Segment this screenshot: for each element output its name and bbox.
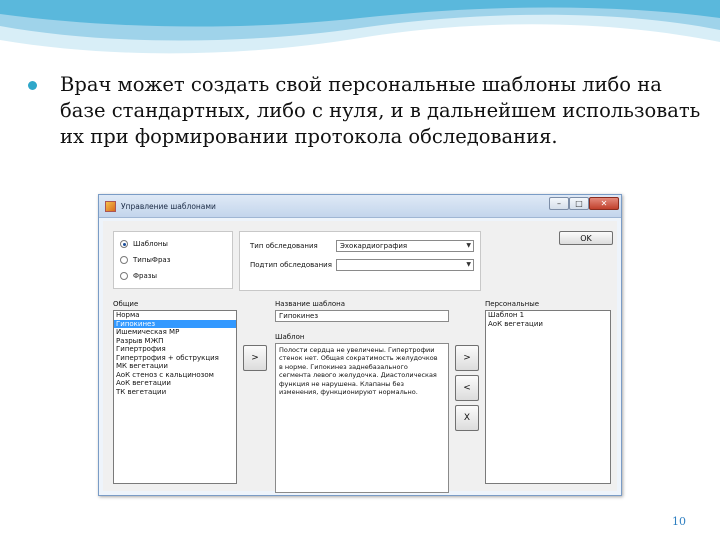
radio-button[interactable] <box>120 272 128 280</box>
template-manager-window: Управление шаблонами – □ ✕ Шаблоны ТипыФ… <box>98 194 622 496</box>
add-to-personal-button[interactable]: > <box>455 345 479 371</box>
copy-to-template-button[interactable]: > <box>243 345 267 371</box>
minimize-button[interactable]: – <box>549 197 569 210</box>
template-text-line: сегмента левого желудочка. Диастолическа… <box>279 371 437 380</box>
slide-text: Врач может создать свой персональные шаб… <box>60 73 701 148</box>
ok-button[interactable]: OK <box>559 231 613 245</box>
exam-subtype-label: Подтип обследования <box>250 261 332 269</box>
personal-templates-list[interactable]: Шаблон 1 АоК вегетации <box>485 310 611 484</box>
template-text-line: Полости сердца не увеличены. Гипертрофии <box>279 346 435 354</box>
top-wave-decoration <box>0 0 720 54</box>
radio-phrases[interactable]: Фразы <box>120 272 157 280</box>
personal-list-label: Персональные <box>485 300 540 308</box>
close-button[interactable]: ✕ <box>589 197 619 210</box>
template-text-label: Шаблон <box>275 333 305 341</box>
exam-type-label: Тип обследования <box>250 242 318 250</box>
list-item[interactable]: Гипертрофия <box>114 345 236 354</box>
exam-subtype-select[interactable]: ▼ <box>336 259 474 271</box>
radio-button[interactable] <box>120 256 128 264</box>
bullet-icon <box>28 81 37 90</box>
exam-params-group: Тип обследования Эхокардиография ▼ Подти… <box>239 231 481 291</box>
list-item[interactable]: ТК вегетации <box>114 388 236 397</box>
close-icon: ✕ <box>600 199 608 208</box>
radio-templates[interactable]: Шаблоны <box>120 240 168 248</box>
template-text-line: изменения, функционируют нормально. <box>279 388 418 397</box>
page-number: 10 <box>672 515 686 528</box>
template-text-area[interactable]: Полости сердца не увеличены. Гипертрофии… <box>275 343 449 493</box>
maximize-button[interactable]: □ <box>569 197 589 210</box>
template-text-line: стенок нет. Общая сократимость желудочко… <box>279 354 438 363</box>
radio-phrase-types[interactable]: ТипыФраз <box>120 256 170 264</box>
maximize-icon: □ <box>575 199 583 208</box>
list-item[interactable]: Ишемическая МР <box>114 328 236 337</box>
list-item[interactable]: Разрыв МЖП <box>114 337 236 346</box>
list-item-selected[interactable]: Гипокинез <box>114 319 236 328</box>
template-text-line: функция не нарушена. Клапаны без <box>279 379 404 388</box>
move-back-button[interactable]: < <box>455 375 479 401</box>
mode-radio-group: Шаблоны ТипыФраз Фразы <box>113 231 233 289</box>
exam-type-value: Эхокардиография <box>340 242 408 250</box>
template-name-field[interactable]: Гипокинез <box>275 310 449 322</box>
chevron-down-icon: ▼ <box>466 261 471 268</box>
delete-template-button[interactable]: X <box>455 405 479 431</box>
list-item[interactable]: АоК вегетации <box>486 320 610 329</box>
radio-button[interactable] <box>120 240 128 248</box>
template-name-label: Название шаблона <box>275 300 345 308</box>
radio-label: ТипыФраз <box>133 256 171 264</box>
window-title: Управление шаблонами <box>121 202 216 211</box>
general-templates-list[interactable]: Норма Гипокинез Ишемическая МР Разрыв МЖ… <box>113 310 237 484</box>
list-item[interactable]: АоК вегетации <box>114 379 236 388</box>
radio-label: Фразы <box>133 272 158 280</box>
list-item[interactable]: Норма <box>114 311 236 320</box>
list-item[interactable]: Шаблон 1 <box>486 311 610 320</box>
minimize-icon: – <box>557 199 561 208</box>
app-icon <box>105 201 116 212</box>
window-client-area: Шаблоны ТипыФраз Фразы Тип обследования … <box>103 221 617 493</box>
list-item[interactable]: МК вегетации <box>114 362 236 371</box>
template-text-line: в норме. Гипокинез заднебазального <box>279 362 408 371</box>
list-item[interactable]: Гипертрофия + обструкция <box>114 354 236 363</box>
slide-paragraph: Врач может создать свой персональные шаб… <box>28 72 708 150</box>
exam-type-select[interactable]: Эхокардиография ▼ <box>336 240 474 252</box>
window-titlebar[interactable]: Управление шаблонами – □ ✕ <box>99 195 621 218</box>
list-item[interactable]: АоК стеноз с кальцинозом <box>114 371 236 380</box>
radio-label: Шаблоны <box>133 240 168 248</box>
chevron-down-icon: ▼ <box>466 242 471 249</box>
general-list-label: Общие <box>113 300 139 308</box>
